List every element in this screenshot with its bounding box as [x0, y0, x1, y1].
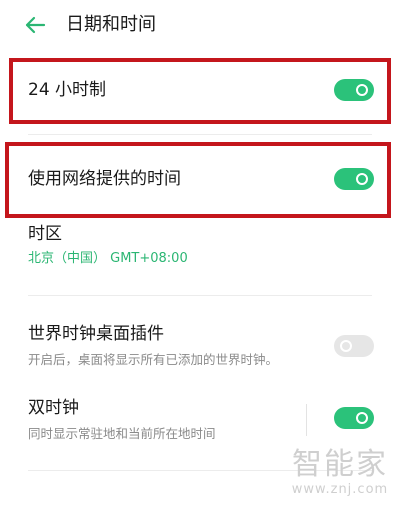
toggle-knob	[340, 340, 352, 352]
setting-network-time-label: 使用网络提供的时间	[28, 169, 181, 189]
setting-dual-clock-label: 双时钟	[28, 398, 79, 418]
time-zone-value: 北京（中国） GMT+08:00	[28, 251, 188, 266]
watermark-url: www.znj.com	[291, 482, 389, 497]
toggle-knob	[356, 173, 368, 185]
setting-24-hour-label: 24 小时制	[28, 80, 107, 100]
watermark-brand: 智能家	[292, 447, 388, 482]
header: 日期和时间	[0, 0, 400, 52]
setting-24-hour[interactable]: 24 小时制	[0, 62, 400, 118]
setting-time-zone-label: 时区	[28, 224, 62, 244]
page-title: 日期和时间	[66, 14, 156, 35]
toggle-world-clock-widget[interactable]	[334, 335, 374, 357]
toggle-knob	[356, 84, 368, 96]
date-time-settings-page: 日期和时间 24 小时制 使用网络提供的时间 时区 北京（中国） GMT+08:…	[0, 0, 400, 511]
setting-world-clock-widget-label: 世界时钟桌面插件	[28, 324, 164, 344]
toggle-dual-clock[interactable]	[334, 407, 374, 429]
arrow-left-icon[interactable]	[22, 12, 48, 38]
setting-time-zone[interactable]: 时区 北京（中国） GMT+08:00	[0, 218, 400, 274]
vertical-separator	[306, 404, 307, 436]
setting-dual-clock-description: 同时显示常驻地和当前所在地时间	[28, 426, 216, 441]
divider	[28, 295, 372, 296]
watermark: 智能家 www.znj.com	[288, 448, 392, 504]
toggle-24-hour[interactable]	[334, 79, 374, 101]
toggle-network-time[interactable]	[334, 168, 374, 190]
toggle-knob	[356, 412, 368, 424]
setting-dual-clock[interactable]: 双时钟 同时显示常驻地和当前所在地时间	[0, 390, 400, 452]
setting-world-clock-widget[interactable]: 世界时钟桌面插件 开启后，桌面将显示所有已添加的世界时钟。	[0, 316, 400, 376]
setting-network-time[interactable]: 使用网络提供的时间	[0, 150, 400, 208]
setting-world-clock-widget-description: 开启后，桌面将显示所有已添加的世界时钟。	[28, 352, 279, 367]
divider	[28, 134, 372, 135]
